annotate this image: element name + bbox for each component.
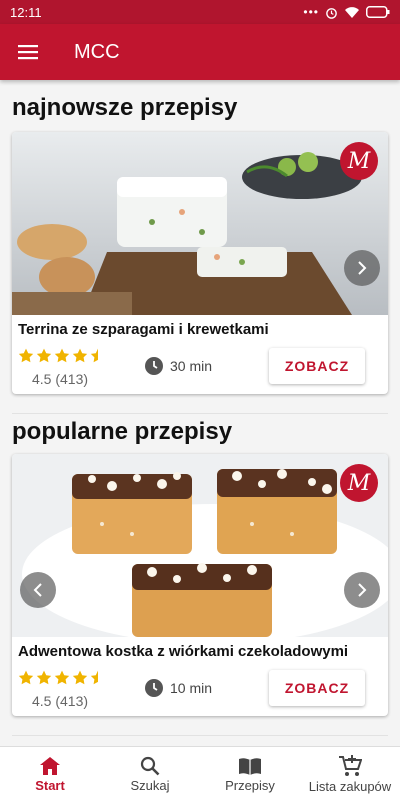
section-divider bbox=[12, 413, 388, 414]
half-star-icon bbox=[90, 670, 98, 685]
recipe-image-cake[interactable]: M bbox=[12, 454, 388, 637]
nav-label: Lista zakupów bbox=[308, 778, 392, 794]
nav-item-start[interactable]: Start bbox=[0, 747, 100, 801]
recipe-title[interactable]: Terrina ze szparagami i krewetkami bbox=[12, 315, 388, 338]
section-title-newest: najnowsze przepisy bbox=[12, 94, 238, 121]
star-icon bbox=[18, 348, 34, 363]
recipe-image-terrine[interactable]: M bbox=[12, 132, 388, 315]
status-bar: 12:11 ••• bbox=[0, 0, 400, 24]
app-title: MCC bbox=[74, 40, 120, 63]
recipe-card-newest[interactable]: M Terrina ze szparagami i krewetkami 4.5… bbox=[12, 132, 388, 394]
nav-item-recipes[interactable]: Przepisy bbox=[200, 747, 300, 801]
recipe-card-popular[interactable]: M Adwentowa kostka z wiórkami czekoladow… bbox=[12, 454, 388, 716]
cook-time: 30 min bbox=[144, 356, 212, 376]
carousel-prev-button[interactable] bbox=[20, 572, 56, 608]
half-star-icon bbox=[90, 348, 98, 363]
search-icon bbox=[140, 756, 160, 775]
nav-label: Przepisy bbox=[225, 777, 275, 793]
menu-button[interactable] bbox=[0, 24, 56, 80]
nav-item-search[interactable]: Szukaj bbox=[100, 747, 200, 801]
wifi-icon bbox=[345, 6, 359, 18]
nav-label: Szukaj bbox=[130, 777, 170, 793]
see-recipe-button[interactable]: ZOBACZ bbox=[269, 670, 365, 706]
cook-time-value: 10 min bbox=[170, 680, 213, 696]
clock-icon bbox=[145, 357, 163, 375]
book-icon bbox=[239, 757, 261, 775]
cook-time: 10 min bbox=[144, 678, 212, 698]
rating-stars bbox=[18, 670, 106, 685]
recipe-title[interactable]: Adwentowa kostka z wiórkami czekoladowym… bbox=[12, 637, 388, 660]
nav-label: Start bbox=[35, 777, 65, 793]
rating-stars bbox=[18, 348, 106, 363]
star-icon bbox=[36, 670, 52, 685]
battery-icon bbox=[366, 6, 390, 18]
cook-time-value: 30 min bbox=[170, 358, 213, 374]
star-icon bbox=[18, 670, 34, 685]
carousel-next-button[interactable] bbox=[344, 250, 380, 286]
status-icons: ••• bbox=[303, 5, 390, 19]
rating-value: 4.5 (413) bbox=[32, 371, 89, 387]
cart-icon bbox=[339, 754, 362, 776]
more-dots-icon: ••• bbox=[303, 5, 319, 19]
star-icon bbox=[54, 348, 70, 363]
recipe-meta: 4.5 (413) 30 min ZOBACZ bbox=[12, 338, 388, 394]
chevron-right-icon bbox=[358, 583, 367, 597]
carousel-next-button[interactable] bbox=[344, 572, 380, 608]
star-icon bbox=[36, 348, 52, 363]
main-content[interactable]: najnowsze przepisy M Terrina ze szparaga… bbox=[0, 80, 400, 746]
star-icon bbox=[72, 670, 88, 685]
alarm-icon bbox=[326, 7, 337, 19]
recipe-meta: 4.5 (413) 10 min ZOBACZ bbox=[12, 660, 388, 716]
hamburger-menu-icon bbox=[18, 45, 38, 60]
brand-logo-icon: M bbox=[340, 464, 378, 502]
app-bar: MCC bbox=[0, 24, 400, 80]
rating-value: 4.5 (413) bbox=[32, 693, 89, 709]
brand-logo-icon: M bbox=[340, 142, 378, 180]
see-recipe-button[interactable]: ZOBACZ bbox=[269, 348, 365, 384]
star-icon bbox=[54, 670, 70, 685]
bottom-navigation: Start Szukaj Przepisy Lista zakupów bbox=[0, 746, 400, 801]
nav-item-shopping-list[interactable]: Lista zakupów bbox=[300, 747, 400, 801]
section-divider bbox=[12, 735, 388, 736]
chevron-left-icon bbox=[33, 583, 42, 597]
home-icon bbox=[40, 756, 60, 775]
section-title-popular: popularne przepisy bbox=[12, 418, 233, 445]
chevron-right-icon bbox=[358, 261, 367, 275]
status-time: 12:11 bbox=[10, 4, 42, 20]
star-icon bbox=[72, 348, 88, 363]
clock-icon bbox=[145, 679, 163, 697]
